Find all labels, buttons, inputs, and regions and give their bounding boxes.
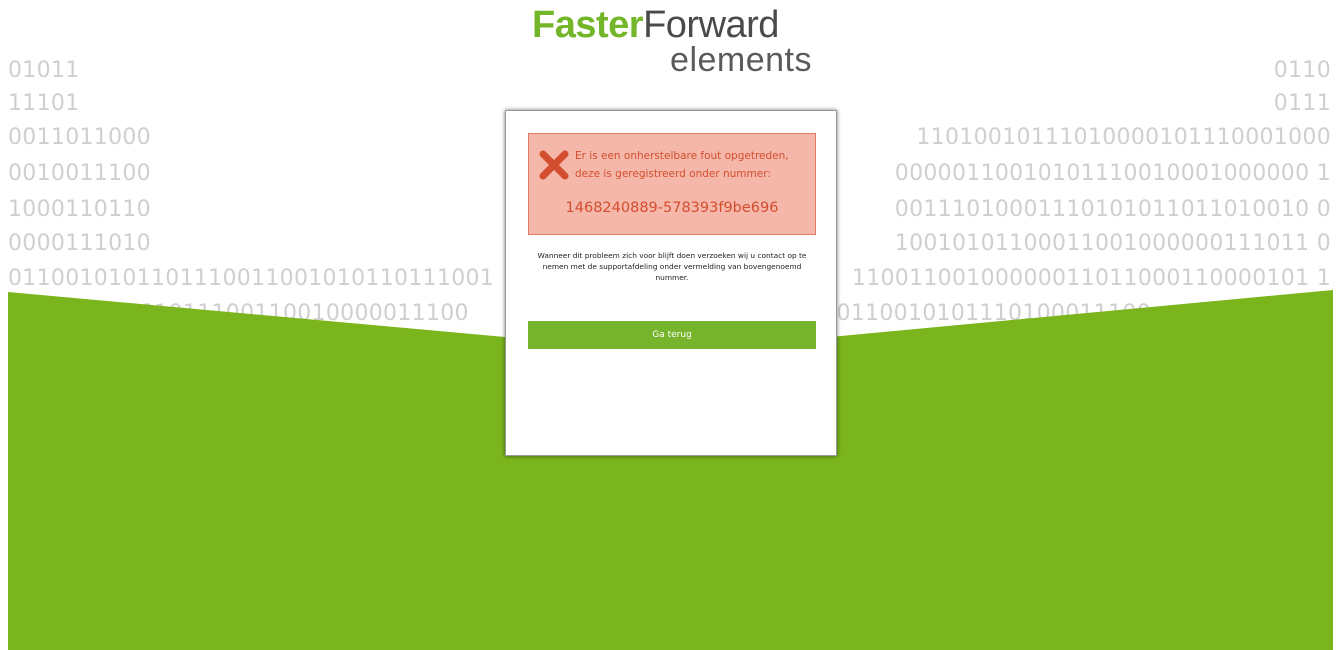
logo-faster-text: Faster [532,4,644,46]
back-button[interactable]: Ga terug [528,321,816,349]
logo-product-text: elements [670,41,812,79]
error-dialog: Er is een onherstelbare fout opgetreden,… [505,110,837,456]
error-message: Er is een onherstelbare fout opgetreden,… [575,150,789,180]
error-alert: Er is een onherstelbare fout opgetreden,… [528,133,816,235]
support-info-text: Wanneer dit probleem zich voor blijft do… [537,251,807,282]
close-x-icon [539,150,569,180]
logo-forward-text: Forward [643,4,779,46]
error-code: 1468240889-578393f9be696 [565,200,779,216]
fasterforward-logo: FasterForward elements [532,6,822,86]
